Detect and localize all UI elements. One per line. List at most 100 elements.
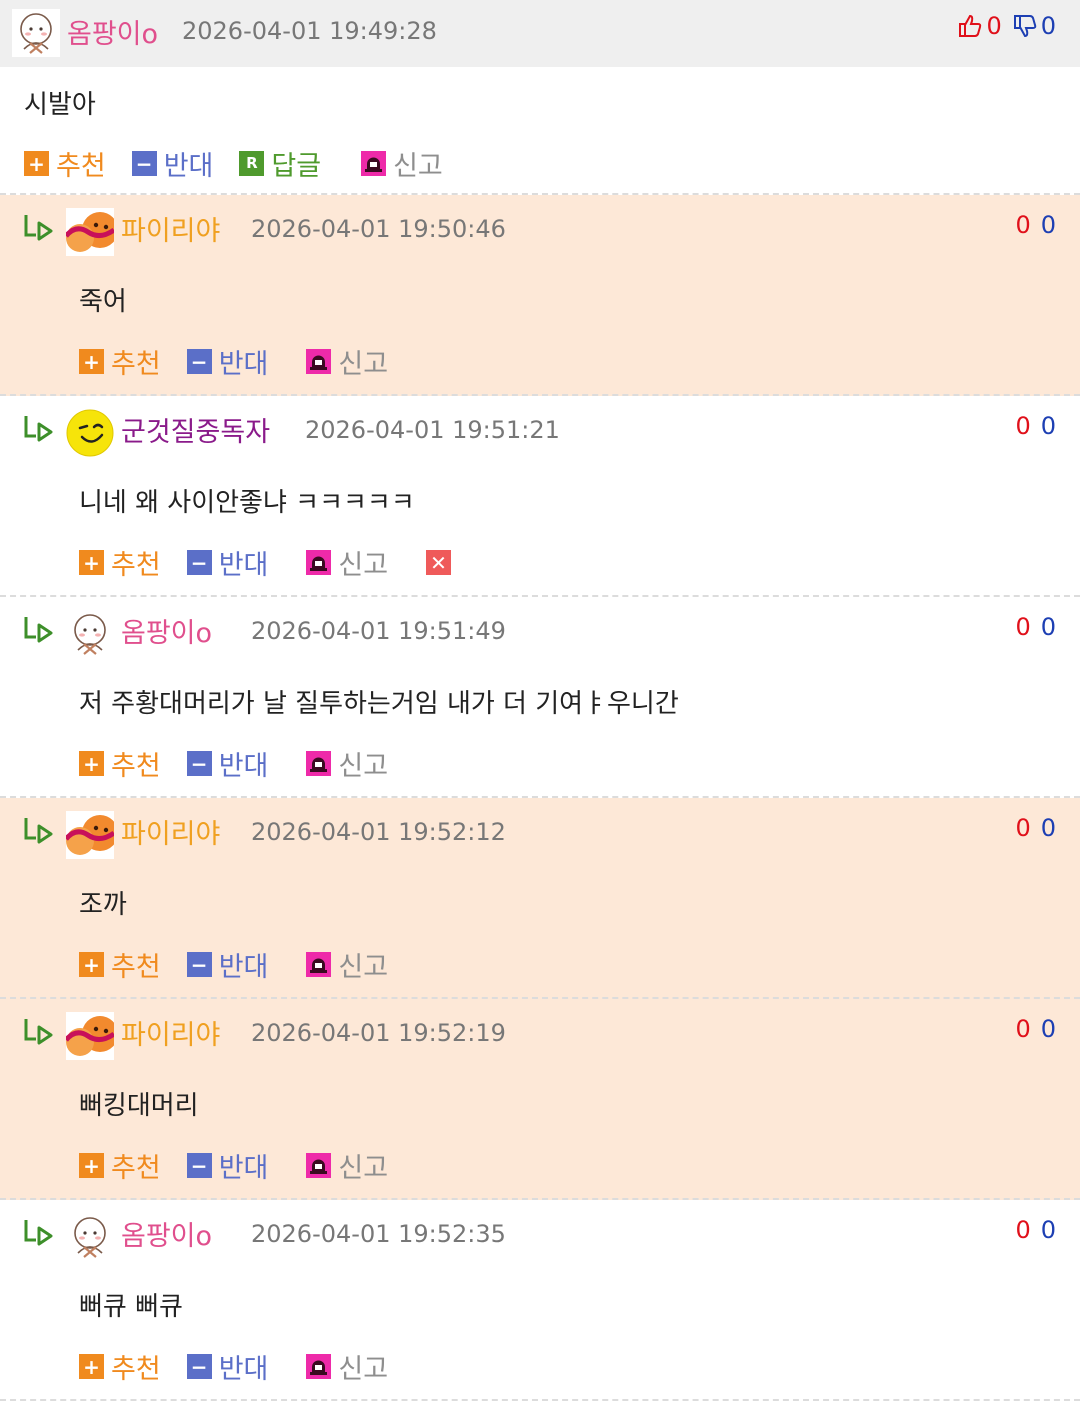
report-button[interactable]: 신고	[306, 342, 388, 381]
comment-date: 2026-04-01 19:52:19	[251, 1019, 506, 1047]
siren-icon	[361, 151, 387, 176]
avatar[interactable]	[66, 1213, 114, 1261]
author-nickname[interactable]: 옴팡이o	[67, 12, 158, 51]
report-label: 신고	[338, 550, 389, 581]
comment-body: 뻐큐 뻐큐	[79, 1292, 183, 1322]
upvote-button[interactable]: + 추천	[24, 144, 106, 183]
minus-icon: −	[186, 349, 212, 374]
reply-comment: 파이리야 2026-04-01 19:52:12 00 조까 + 추천 − 반대 신…	[0, 798, 1080, 999]
author-nickname[interactable]: 옴팡이o	[121, 611, 212, 650]
report-button[interactable]: 신고	[306, 1146, 388, 1185]
siren-icon	[306, 952, 332, 977]
avatar[interactable]	[66, 811, 114, 859]
comment-actions: + 추천 − 반대 R 답글 신고	[24, 144, 469, 183]
author-nickname[interactable]: 파이리야	[121, 1013, 220, 1052]
comment-actions: + 추천 − 반대 신고 ✕	[79, 543, 452, 582]
reply-label: 답글	[271, 151, 322, 182]
upvote-button[interactable]: + 추천	[79, 342, 161, 381]
upvote-button[interactable]: + 추천	[79, 744, 161, 783]
thumbs-up-icon	[959, 14, 982, 37]
upvote-count: 0	[1015, 613, 1031, 641]
reply-comment: 파이리야 2026-04-01 19:50:46 00 죽어 + 추천 − 반대 신…	[0, 195, 1080, 396]
comment-actions: + 추천 − 반대 신고	[79, 744, 414, 783]
downvote-button[interactable]: − 반대	[186, 342, 269, 381]
upvote-button[interactable]: + 추천	[79, 945, 161, 984]
downvote-count: 0	[1040, 12, 1056, 40]
comment-date: 2026-04-01 19:51:21	[305, 416, 560, 444]
upvote-count: 0	[1015, 1216, 1031, 1244]
upvote-count: 0	[986, 12, 1002, 40]
vote-counts: 00	[1015, 211, 1056, 239]
downvote-count: 0	[1040, 613, 1056, 641]
upvote-button[interactable]: + 추천	[79, 1146, 161, 1185]
downvote-button[interactable]: − 반대	[186, 1146, 269, 1185]
plus-icon: +	[79, 349, 104, 374]
comment-date: 2026-04-01 19:52:35	[251, 1220, 506, 1248]
comment-date: 2026-04-01 19:49:28	[182, 17, 437, 45]
downvote-label: 반대	[218, 349, 269, 380]
report-label: 신고	[338, 1153, 389, 1184]
downvote-button[interactable]: − 반대	[131, 144, 213, 183]
comment-body: 조까	[79, 890, 127, 920]
comment-body: 죽어	[79, 287, 127, 317]
report-label: 신고	[338, 952, 389, 983]
minus-icon: −	[131, 151, 157, 176]
upvote-label: 추천	[111, 952, 161, 983]
siren-icon	[306, 349, 332, 374]
report-button[interactable]: 신고	[361, 144, 443, 183]
downvote-count: 0	[1040, 1216, 1056, 1244]
author-nickname[interactable]: 파이리야	[121, 209, 220, 248]
upvote-count: 0	[1015, 211, 1031, 239]
comment-body: 저 주황대머리가 날 질투하는거임 내가 더 기여ㅑ우니간	[79, 689, 679, 719]
author-nickname[interactable]: 파이리야	[121, 812, 220, 851]
downvote-count: 0	[1040, 211, 1056, 239]
avatar[interactable]	[66, 1012, 114, 1060]
upvote-button[interactable]: + 추천	[79, 1347, 161, 1386]
avatar[interactable]	[66, 409, 114, 457]
vote-counts: 00	[1015, 814, 1056, 842]
plus-icon: +	[79, 1153, 104, 1178]
upvote-button[interactable]: + 추천	[79, 543, 161, 582]
report-label: 신고	[393, 151, 443, 182]
author-nickname[interactable]: 군것질중독자	[121, 410, 270, 449]
upvote-label: 추천	[111, 550, 161, 581]
downvote-button[interactable]: − 반대	[186, 543, 269, 582]
minus-icon: −	[186, 550, 212, 575]
siren-icon	[306, 1354, 332, 1379]
downvote-label: 반대	[218, 550, 269, 581]
downvote-count: 0	[1040, 814, 1056, 842]
delete-x-icon[interactable]: ✕	[426, 550, 452, 575]
downvote-label: 반대	[218, 1153, 269, 1184]
plus-icon: +	[79, 952, 104, 977]
plus-icon: +	[79, 1354, 104, 1379]
top-comment: 옴팡이o 2026-04-01 19:49:28 0 0 시발아 + 추천 − 반대…	[0, 0, 1080, 195]
minus-icon: −	[186, 952, 212, 977]
comment-actions: + 추천 − 반대 신고	[79, 945, 414, 984]
avatar[interactable]	[66, 610, 114, 658]
downvote-button[interactable]: − 반대	[186, 744, 268, 783]
report-button[interactable]: 신고	[306, 1347, 388, 1386]
comment-date: 2026-04-01 19:52:12	[251, 818, 506, 846]
upvote-count: 0	[1015, 814, 1031, 842]
report-button[interactable]: 신고	[306, 744, 388, 783]
report-button[interactable]: 신고	[306, 945, 388, 984]
upvote-label: 추천	[56, 151, 106, 182]
minus-icon: −	[186, 1153, 212, 1178]
downvote-button[interactable]: − 반대	[186, 945, 269, 984]
downvote-label: 반대	[218, 952, 269, 983]
comment-date: 2026-04-01 19:50:46	[251, 215, 506, 243]
downvote-button[interactable]: − 반대	[186, 1347, 268, 1386]
siren-icon	[306, 1153, 332, 1178]
comment-actions: + 추천 − 반대 신고	[79, 1347, 414, 1386]
report-button[interactable]: 신고	[306, 543, 388, 582]
avatar[interactable]	[12, 9, 60, 57]
reply-arrow-icon	[24, 1019, 53, 1045]
reply-comment: 옴팡이o 2026-04-01 19:51:49 00 저 주황대머리가 날 질…	[0, 597, 1080, 798]
author-nickname[interactable]: 옴팡이o	[121, 1214, 212, 1253]
reply-button[interactable]: R 답글	[239, 144, 321, 183]
minus-icon: −	[186, 751, 212, 776]
downvote-count: 0	[1040, 1015, 1056, 1043]
reply-arrow-icon	[24, 617, 53, 643]
avatar[interactable]	[66, 208, 114, 256]
upvote-label: 추천	[111, 1153, 161, 1184]
